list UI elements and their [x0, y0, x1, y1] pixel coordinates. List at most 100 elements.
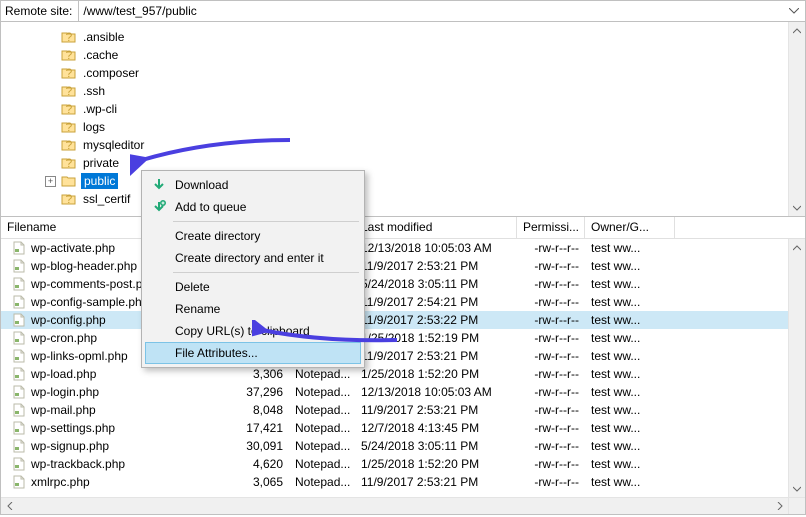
php-file-icon	[11, 241, 27, 255]
tree-item[interactable]: ?.ansible	[1, 28, 805, 46]
ctx-download-label: Download	[175, 178, 228, 192]
file-name: wp-config.php	[31, 313, 106, 327]
remote-tree-pane: ?.ansible?.cache?.composer?.ssh? .wp-cli?…	[0, 22, 806, 217]
ctx-copy-url[interactable]: Copy URL(s) to clipboard	[145, 320, 361, 342]
tree-item[interactable]: ?.cache	[1, 46, 805, 64]
folder-icon	[61, 174, 77, 188]
scroll-down-icon[interactable]	[789, 199, 805, 216]
file-modified: 11/9/2017 2:54:21 PM	[355, 295, 517, 309]
file-row[interactable]: xmlrpc.php3,065Notepad...11/9/2017 2:53:…	[1, 473, 805, 491]
file-row[interactable]: wp-mail.php8,048Notepad...11/9/2017 2:53…	[1, 401, 805, 419]
ctx-create-dir[interactable]: Create directory	[145, 225, 361, 247]
file-owner: test ww...	[585, 349, 657, 363]
file-permissions: -rw-r--r--	[517, 277, 585, 291]
file-row[interactable]: wp-login.php37,296Notepad...12/13/2018 1…	[1, 383, 805, 401]
file-modified: 11/9/2017 2:53:21 PM	[355, 475, 517, 489]
file-size: 17,421	[223, 421, 289, 435]
file-row[interactable]: wp-config.phpad...11/9/2017 2:53:22 PM-r…	[1, 311, 805, 329]
scroll-corner	[788, 497, 805, 514]
file-row[interactable]: wp-signup.php30,091Notepad...5/24/2018 3…	[1, 437, 805, 455]
tree-item[interactable]: ?mysqleditor	[1, 136, 805, 154]
file-owner: test ww...	[585, 475, 657, 489]
file-row[interactable]: wp-trackback.php4,620Notepad...1/25/2018…	[1, 455, 805, 473]
ctx-delete-label: Delete	[175, 280, 210, 294]
file-row[interactable]: wp-blog-header.phpad...11/9/2017 2:53:21…	[1, 257, 805, 275]
file-name: wp-login.php	[31, 385, 99, 399]
tree-item[interactable]: ?.composer	[1, 64, 805, 82]
remote-site-label: Remote site:	[1, 4, 78, 18]
file-row[interactable]: wp-comments-post.phad...5/24/2018 3:05:1…	[1, 275, 805, 293]
file-owner: test ww...	[585, 403, 657, 417]
ctx-rename[interactable]: Rename	[145, 298, 361, 320]
ctx-delete[interactable]: Delete	[145, 276, 361, 298]
scroll-up-icon[interactable]	[789, 239, 805, 256]
ctx-add-queue[interactable]: Add to queue	[145, 196, 361, 218]
scroll-left-icon[interactable]	[1, 498, 18, 514]
svg-text:?: ?	[66, 138, 73, 152]
file-permissions: -rw-r--r--	[517, 295, 585, 309]
file-owner: test ww...	[585, 439, 657, 453]
file-row[interactable]: wp-settings.php17,421Notepad...12/7/2018…	[1, 419, 805, 437]
tree-item[interactable]: ? .wp-cli	[1, 100, 805, 118]
tree-item[interactable]: ?.ssh	[1, 82, 805, 100]
folder-unknown-icon: ?	[61, 192, 77, 206]
file-name: wp-cron.php	[31, 331, 97, 345]
file-list-header[interactable]: Filename e Last modified Permissi... Own…	[1, 217, 805, 239]
add-queue-icon	[151, 199, 167, 215]
file-row[interactable]: wp-activate.phpad...12/13/2018 10:05:03 …	[1, 239, 805, 257]
folder-unknown-icon: ?	[61, 48, 77, 62]
svg-text:?: ?	[66, 192, 73, 206]
file-modified: 11/9/2017 2:53:22 PM	[355, 313, 517, 327]
file-modified: 12/13/2018 10:05:03 AM	[355, 385, 517, 399]
file-type: Notepad...	[289, 457, 355, 471]
expand-toggle-icon[interactable]: +	[45, 176, 56, 187]
tree-item[interactable]: ?private	[1, 154, 805, 172]
col-permissions[interactable]: Permissi...	[517, 217, 585, 238]
file-owner: test ww...	[585, 457, 657, 471]
svg-text:?: ?	[66, 120, 73, 134]
file-name: wp-activate.php	[31, 241, 115, 255]
file-row[interactable]: wp-config-sample.phpad...11/9/2017 2:54:…	[1, 293, 805, 311]
scroll-up-icon[interactable]	[789, 22, 805, 39]
ctx-file-attributes[interactable]: File Attributes...	[145, 342, 361, 364]
context-menu: Download Add to queue Create directory C…	[141, 170, 365, 368]
col-modified[interactable]: Last modified	[355, 217, 517, 238]
ctx-download[interactable]: Download	[145, 174, 361, 196]
svg-text:?: ?	[66, 48, 73, 62]
ctx-separator	[173, 221, 359, 222]
folder-unknown-icon: ?	[61, 120, 77, 134]
file-modified: 5/24/2018 3:05:11 PM	[355, 277, 517, 291]
file-size: 37,296	[223, 385, 289, 399]
file-owner: test ww...	[585, 295, 657, 309]
list-vscrollbar[interactable]	[788, 239, 805, 497]
folder-unknown-icon: ?	[61, 102, 77, 116]
php-file-icon	[11, 367, 27, 381]
file-modified: 1/25/2018 1:52:19 PM	[355, 331, 517, 345]
tree-item-label: .wp-cli	[81, 102, 119, 116]
file-row[interactable]: wp-links-opml.php2,422Notepad...11/9/201…	[1, 347, 805, 365]
file-row[interactable]: wp-load.php3,306Notepad...1/25/2018 1:52…	[1, 365, 805, 383]
ctx-create-dir-enter[interactable]: Create directory and enter it	[145, 247, 361, 269]
remote-path-combo[interactable]: /www/test_957/public	[78, 1, 805, 21]
address-bar: Remote site: /www/test_957/public	[0, 0, 806, 22]
file-size: 3,306	[223, 367, 289, 381]
tree-item[interactable]: ?logs	[1, 118, 805, 136]
scroll-right-icon[interactable]	[771, 498, 788, 514]
file-name: wp-trackback.php	[31, 457, 125, 471]
file-name: wp-signup.php	[31, 439, 109, 453]
download-icon	[151, 177, 167, 193]
tree-item[interactable]: +public	[1, 172, 805, 190]
php-file-icon	[11, 403, 27, 417]
col-owner[interactable]: Owner/G...	[585, 217, 675, 238]
file-row[interactable]: wp-cron.php3,000Notepad1/25/2018 1:52:19…	[1, 329, 805, 347]
chevron-down-icon[interactable]	[787, 4, 801, 18]
ctx-file-attributes-label: File Attributes...	[175, 346, 258, 360]
list-hscrollbar[interactable]	[1, 497, 788, 514]
folder-unknown-icon: ?	[61, 66, 77, 80]
file-permissions: -rw-r--r--	[517, 367, 585, 381]
tree-scrollbar[interactable]	[788, 22, 805, 216]
svg-text:?: ?	[66, 102, 73, 116]
file-modified: 12/13/2018 10:05:03 AM	[355, 241, 517, 255]
scroll-down-icon[interactable]	[789, 480, 805, 497]
tree-item[interactable]: ?ssl_certif	[1, 190, 805, 208]
